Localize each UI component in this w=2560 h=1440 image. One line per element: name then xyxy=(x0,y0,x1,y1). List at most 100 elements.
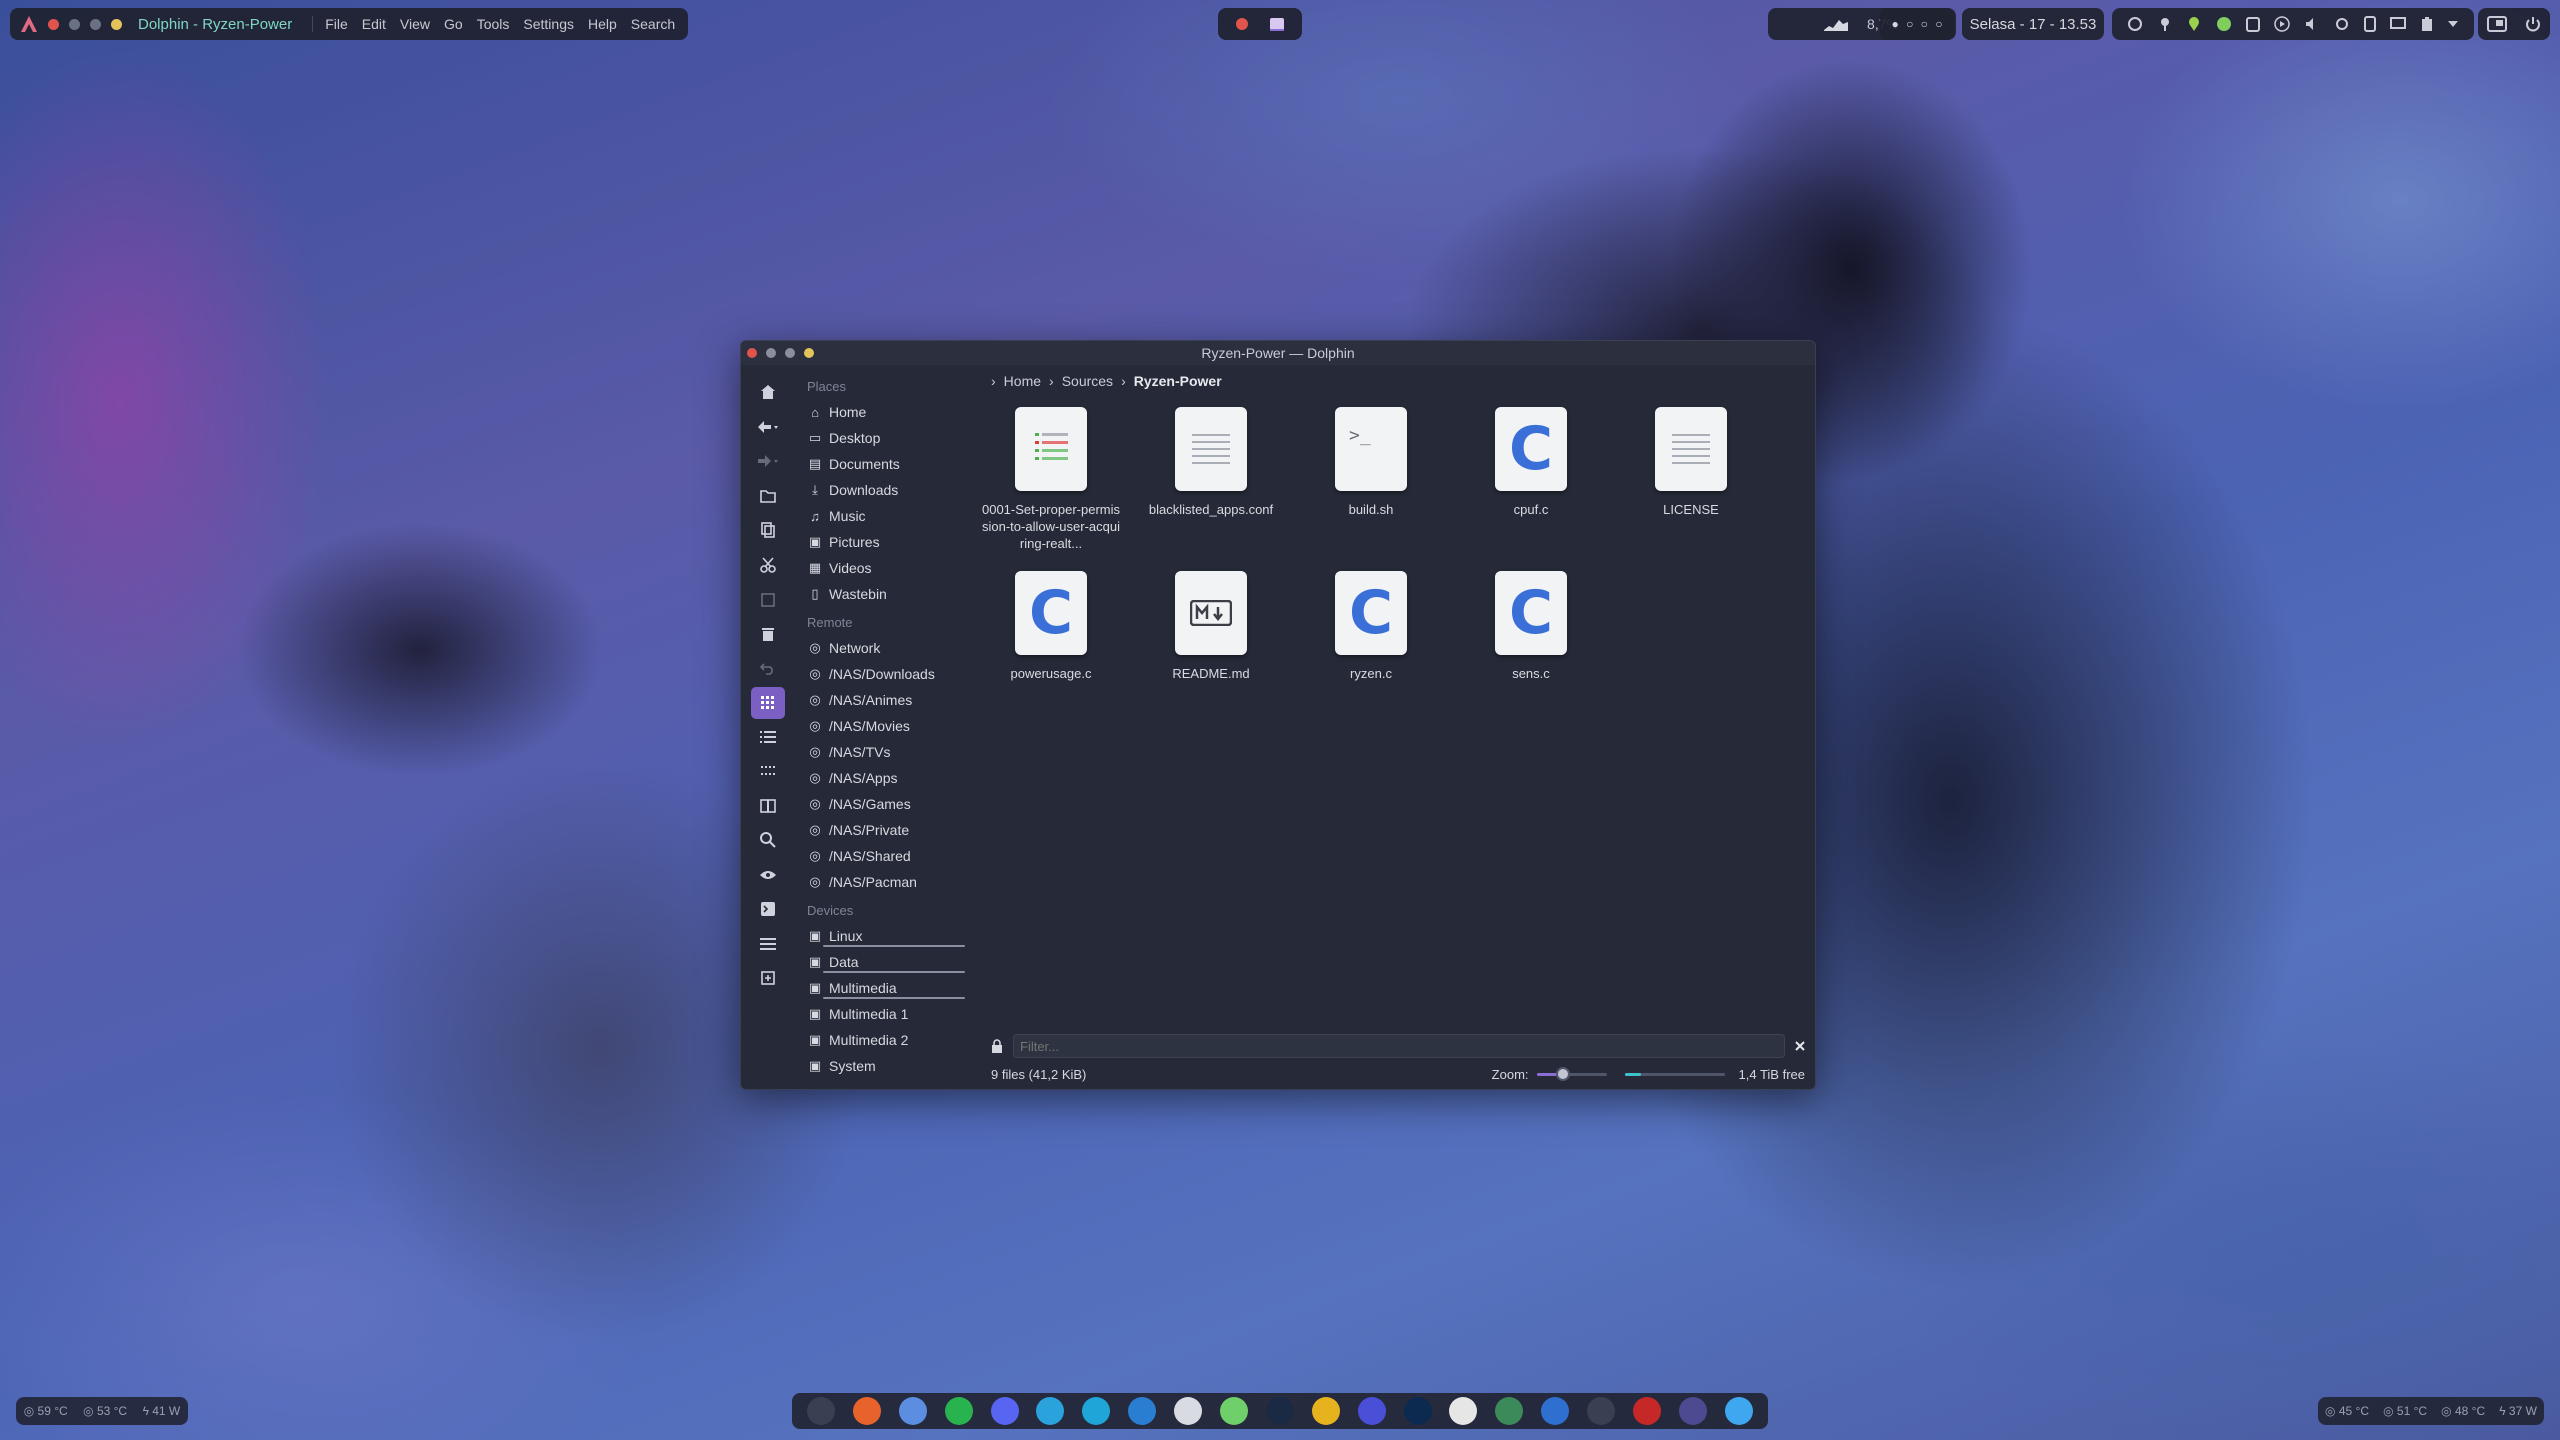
pdf-icon[interactable] xyxy=(1632,1397,1661,1425)
place-home[interactable]: ⌂ Home xyxy=(801,399,975,425)
clipboard-icon[interactable] xyxy=(2245,16,2260,32)
remote-nas-animes[interactable]: ◎ /NAS/Animes xyxy=(801,687,975,713)
app-store-icon[interactable] xyxy=(1082,1397,1111,1425)
file-item[interactable]: C ryzen.c xyxy=(1311,571,1431,682)
remote-network[interactable]: ◎ Network xyxy=(801,635,975,661)
undo-button[interactable] xyxy=(751,651,785,686)
remote-nas-games[interactable]: ◎ /NAS/Games xyxy=(801,791,975,817)
close-button[interactable] xyxy=(747,348,757,358)
map-pin-icon[interactable] xyxy=(1219,1397,1248,1425)
breadcrumb-home[interactable]: Home xyxy=(1004,373,1041,389)
new-tab-button[interactable] xyxy=(751,961,785,996)
display-icon[interactable] xyxy=(2390,17,2407,31)
home-button[interactable] xyxy=(751,375,785,410)
menu-help[interactable]: Help xyxy=(588,16,617,32)
remote-nas-shared[interactable]: ◎ /NAS/Shared xyxy=(801,843,975,869)
refresh-icon[interactable] xyxy=(2127,16,2143,32)
warp-icon[interactable] xyxy=(1357,1397,1386,1425)
coin-icon[interactable] xyxy=(1311,1397,1340,1425)
place-wastebin[interactable]: ▯ Wastebin xyxy=(801,581,975,607)
firefox-icon[interactable] xyxy=(852,1397,881,1425)
place-downloads[interactable]: ⤓ Downloads xyxy=(801,477,975,503)
search-button[interactable] xyxy=(751,823,785,858)
hamburger-menu-button[interactable] xyxy=(751,927,785,962)
device-multimedia-2[interactable]: ▣ Multimedia 2 xyxy=(801,1027,975,1053)
chevron-down-icon[interactable] xyxy=(2447,20,2459,28)
preview-button[interactable] xyxy=(751,858,785,893)
flame-icon[interactable] xyxy=(1235,17,1249,31)
device-multimedia-1[interactable]: ▣ Multimedia 1 xyxy=(801,1001,975,1027)
menu-settings[interactable]: Settings xyxy=(523,16,574,32)
cpu-graph-icon[interactable] xyxy=(1823,16,1849,32)
place-pictures[interactable]: ▣ Pictures xyxy=(801,529,975,555)
file-item[interactable]: 0001-Set-proper-permission-to-allow-user… xyxy=(982,407,1120,552)
keep-above-button[interactable] xyxy=(804,348,814,358)
arch-logo-icon[interactable] xyxy=(20,15,38,33)
window-minimize-dot-icon[interactable] xyxy=(69,18,80,30)
file-item[interactable]: C cpuf.c xyxy=(1471,407,1591,518)
minimize-button[interactable] xyxy=(766,348,776,358)
file-item[interactable]: blacklisted_apps.conf xyxy=(1149,407,1273,518)
brightness-icon[interactable] xyxy=(2334,16,2350,32)
copy-button[interactable] xyxy=(751,513,785,548)
discord-icon[interactable] xyxy=(990,1397,1019,1425)
remote-nas-pacman[interactable]: ◎ /NAS/Pacman xyxy=(801,869,975,895)
zoom-slider[interactable] xyxy=(1536,1066,1607,1081)
device-linux[interactable]: ▣ Linux xyxy=(801,923,975,949)
console-icon[interactable] xyxy=(1587,1397,1616,1425)
details-view-button[interactable] xyxy=(751,720,785,755)
place-videos[interactable]: ▦ Videos xyxy=(801,555,975,581)
breadcrumb-current[interactable]: Ryzen-Power xyxy=(1134,373,1222,389)
terminal-icon[interactable] xyxy=(806,1397,835,1425)
toggle-icon[interactable] xyxy=(1724,1397,1753,1425)
battery-icon[interactable] xyxy=(2421,16,2433,32)
remote-nas-downloads[interactable]: ◎ /NAS/Downloads xyxy=(801,661,975,687)
place-desktop[interactable]: ▭ Desktop xyxy=(801,425,975,451)
menu-edit[interactable]: Edit xyxy=(362,16,386,32)
menu-view[interactable]: View xyxy=(400,16,430,32)
window-titlebar[interactable]: Ryzen-Power — Dolphin xyxy=(741,341,1815,365)
file-item[interactable]: README.md xyxy=(1151,571,1271,682)
settings-icon[interactable] xyxy=(1495,1397,1524,1425)
menu-tools[interactable]: Tools xyxy=(477,16,510,32)
kde-connect-icon[interactable] xyxy=(1541,1397,1570,1425)
place-documents[interactable]: ▤ Documents xyxy=(801,451,975,477)
maximize-button[interactable] xyxy=(785,348,795,358)
whatsapp-icon[interactable] xyxy=(944,1397,973,1425)
device-data[interactable]: ▣ Data xyxy=(801,949,975,975)
terminal-panel-button[interactable] xyxy=(751,892,785,927)
show-desktop-icon[interactable] xyxy=(2487,16,2507,32)
remote-nas-movies[interactable]: ◎ /NAS/Movies xyxy=(801,713,975,739)
menu-search[interactable]: Search xyxy=(631,16,675,32)
remote-nas-apps[interactable]: ◎ /NAS/Apps xyxy=(801,765,975,791)
media-play-icon[interactable] xyxy=(2274,16,2290,32)
lock-icon[interactable] xyxy=(991,1039,1003,1053)
file-item[interactable]: C sens.c xyxy=(1471,571,1591,682)
forward-button[interactable] xyxy=(751,444,785,479)
window-close-dot-icon[interactable] xyxy=(48,18,59,30)
zoom-slider-handle[interactable] xyxy=(1556,1066,1571,1081)
delete-button[interactable] xyxy=(751,617,785,652)
dolphin-task-icon[interactable] xyxy=(1269,17,1285,31)
menu-file[interactable]: File xyxy=(325,16,348,32)
remote-nas-private[interactable]: ◎ /NAS/Private xyxy=(801,817,975,843)
new-folder-button[interactable] xyxy=(751,479,785,514)
inkscape-icon[interactable] xyxy=(1449,1397,1478,1425)
photoshop-icon[interactable] xyxy=(1403,1397,1432,1425)
device-icon[interactable] xyxy=(2364,16,2377,32)
compact-view-button[interactable] xyxy=(751,754,785,789)
monitor-icon[interactable] xyxy=(1678,1397,1707,1425)
remote-nas-tvs[interactable]: ◎ /NAS/TVs xyxy=(801,739,975,765)
telegram-icon[interactable] xyxy=(1036,1397,1065,1425)
vscode-icon[interactable] xyxy=(1128,1397,1157,1425)
icons-view-button[interactable] xyxy=(751,686,785,719)
menu-go[interactable]: Go xyxy=(444,16,463,32)
workspace-dots[interactable]: ● ○ ○ ○ xyxy=(1892,17,1945,31)
split-view-button[interactable] xyxy=(751,789,785,824)
chrome-icon[interactable] xyxy=(898,1397,927,1425)
window-maximize-dot-icon[interactable] xyxy=(90,18,101,30)
filter-input[interactable] xyxy=(1013,1034,1785,1058)
back-button[interactable] xyxy=(751,410,785,445)
device-system[interactable]: ▣ System xyxy=(801,1053,975,1079)
file-item[interactable]: LICENSE xyxy=(1631,407,1751,518)
